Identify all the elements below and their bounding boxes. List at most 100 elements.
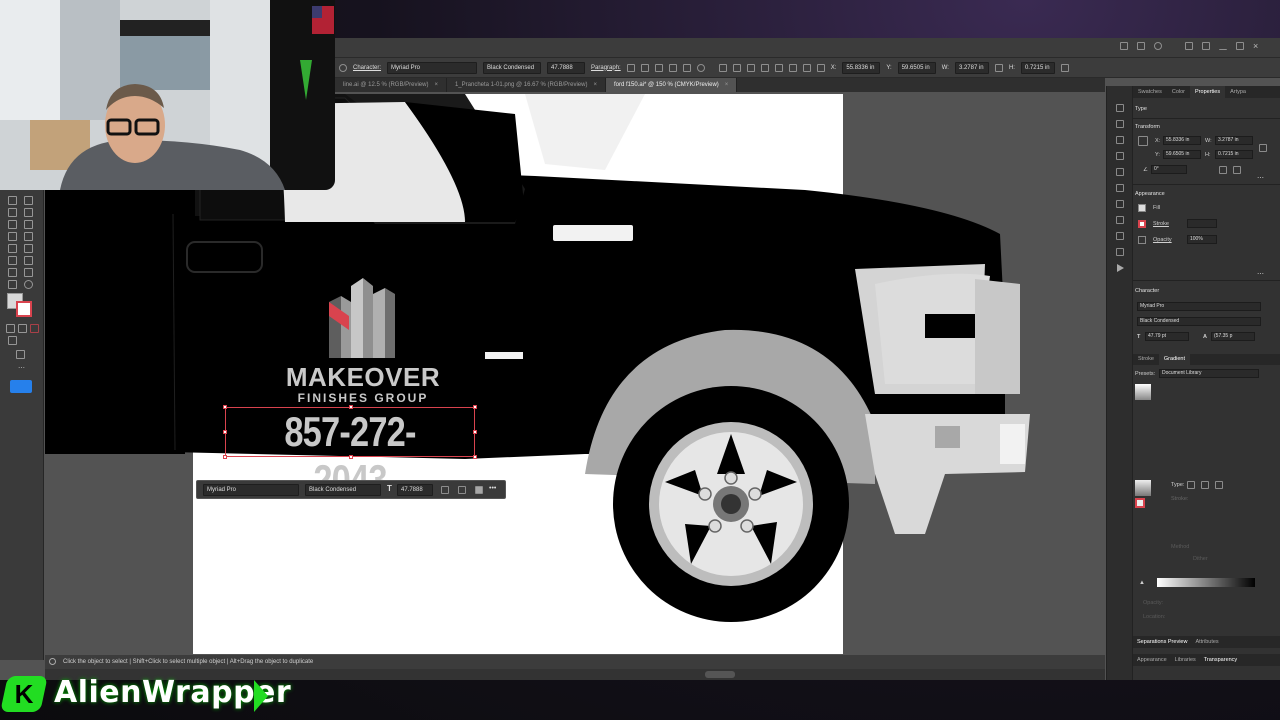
gradient-stop-icon[interactable]: ▲	[1139, 580, 1145, 586]
more-options-icon[interactable]: •••	[489, 485, 496, 492]
rotate-field[interactable]: 0°	[1151, 165, 1187, 174]
none-color-icon[interactable]	[30, 324, 39, 333]
search-icon[interactable]	[1154, 42, 1162, 50]
close-icon[interactable]: ×	[725, 82, 729, 88]
tab-transparency[interactable]: Transparency	[1200, 654, 1241, 666]
tab-prancheta[interactable]: 1_Prancheta 1-01.png @ 16.67 % (RGB/Prev…	[447, 78, 606, 92]
more-options-icon[interactable]: ⋯	[1257, 270, 1264, 278]
fill-color-icon[interactable]	[475, 486, 483, 494]
brush-tool-icon[interactable]	[8, 232, 17, 241]
align-icon[interactable]	[441, 486, 449, 494]
align-center-icon[interactable]	[640, 63, 649, 72]
swap-colors-icon[interactable]	[18, 324, 27, 333]
workspace-icon[interactable]	[1185, 42, 1193, 50]
logo-wordmark[interactable]: MAKEOVER	[281, 362, 445, 393]
magic-wand-tool-icon[interactable]	[8, 208, 17, 217]
selection-handle[interactable]	[473, 430, 477, 434]
flip-horizontal-icon[interactable]	[1219, 166, 1227, 174]
direct-selection-tool-icon[interactable]	[24, 196, 33, 205]
properties-icon[interactable]	[1116, 136, 1124, 144]
stroke-swatch[interactable]	[1138, 220, 1146, 228]
links-icon[interactable]	[1116, 184, 1124, 192]
selection-handle[interactable]	[349, 455, 353, 459]
font-family-select[interactable]: Myriad Pro	[203, 484, 299, 496]
artboards-icon[interactable]	[1116, 152, 1124, 160]
y-field[interactable]: 59.6505 in	[1163, 150, 1201, 159]
stroke-swatch[interactable]	[16, 301, 32, 317]
transform-grid-icon[interactable]	[816, 63, 825, 72]
flip-vertical-icon[interactable]	[1233, 166, 1241, 174]
brushes-icon[interactable]	[1116, 232, 1124, 240]
align-right-icon[interactable]	[654, 63, 663, 72]
default-colors-icon[interactable]	[6, 324, 15, 333]
align-h-left-icon[interactable]	[732, 63, 741, 72]
recolor-icon[interactable]	[696, 63, 705, 72]
font-style-select[interactable]: Black Condensed	[1137, 317, 1261, 326]
selection-handle[interactable]	[223, 405, 227, 409]
selection-handle[interactable]	[223, 455, 227, 459]
constrain-proportions-icon[interactable]	[1259, 144, 1267, 152]
graph-tool-icon[interactable]	[8, 256, 17, 265]
radial-gradient-icon[interactable]	[1201, 481, 1209, 489]
fill-stroke-mini[interactable]	[1135, 498, 1145, 508]
linear-gradient-icon[interactable]	[1187, 481, 1195, 489]
close-icon[interactable]: ×	[593, 82, 597, 88]
logo-subtitle[interactable]: FINISHES GROUP	[281, 391, 445, 405]
leading-field[interactable]: (57.35 p	[1211, 332, 1255, 341]
freeform-gradient-icon[interactable]	[1215, 481, 1223, 489]
panel-menu-icon[interactable]	[1060, 63, 1069, 72]
selection-handle[interactable]	[473, 405, 477, 409]
type-options-icon[interactable]	[458, 486, 466, 494]
paragraph-label[interactable]: Paragraph:	[591, 65, 621, 71]
link-icon[interactable]	[994, 63, 1003, 72]
gradient-slider[interactable]	[1157, 578, 1255, 587]
stroke-weight-field[interactable]	[1187, 219, 1217, 228]
character-icon[interactable]	[1116, 200, 1124, 208]
font-family-select[interactable]: Myriad Pro	[387, 61, 478, 74]
scale-tool-icon[interactable]	[24, 244, 33, 253]
eyedropper-tool-icon[interactable]	[8, 268, 17, 277]
more-tools-icon[interactable]: ⋯	[18, 364, 25, 372]
gradient-swatch[interactable]	[1135, 480, 1151, 496]
y-field[interactable]: 59.6505 in	[897, 61, 936, 74]
pencil-tool-icon[interactable]	[24, 232, 33, 241]
selection-handle[interactable]	[473, 455, 477, 459]
artboard-tool-icon[interactable]	[24, 208, 33, 217]
align-v-top-icon[interactable]	[774, 63, 783, 72]
tab-swatches[interactable]: Swatches	[1133, 86, 1167, 98]
layers-icon[interactable]	[1116, 104, 1124, 112]
edit-toolbar-button[interactable]	[10, 380, 32, 393]
tab-ford-f150[interactable]: ford f150.ai* @ 150 % (CMYK/Preview) ×	[605, 78, 738, 92]
numbering-icon[interactable]	[682, 63, 691, 72]
symbols-icon[interactable]	[1116, 248, 1124, 256]
bullets-icon[interactable]	[668, 63, 677, 72]
logo-graphic[interactable]	[329, 272, 399, 358]
libraries-icon[interactable]	[1116, 120, 1124, 128]
character-label[interactable]: Character:	[353, 65, 381, 71]
presets-select[interactable]: Document Library	[1159, 369, 1259, 378]
draw-mode-icon[interactable]	[8, 336, 17, 345]
tab-appearance[interactable]: Appearance	[1133, 654, 1171, 666]
zoom-tool-icon[interactable]	[24, 280, 33, 289]
shape-builder-tool-icon[interactable]	[24, 256, 33, 265]
reference-point-icon[interactable]	[1138, 136, 1148, 146]
align-v-center-icon[interactable]	[788, 63, 797, 72]
gradient-thumbnail[interactable]	[1135, 384, 1151, 400]
w-field[interactable]: 3.2787 in	[1215, 136, 1253, 145]
tab-line[interactable]: line.ai @ 12.5 % (RGB/Preview) ×	[335, 78, 447, 92]
tab-attributes[interactable]: Attributes	[1191, 636, 1222, 648]
tab-artypa[interactable]: Artypa	[1225, 86, 1251, 98]
tab-gradient[interactable]: Gradient	[1158, 354, 1191, 365]
close-window-icon[interactable]: ×	[1253, 42, 1258, 51]
tab-separations-preview[interactable]: Separations Preview	[1133, 636, 1191, 648]
notifications-icon[interactable]	[1137, 42, 1145, 50]
tab-color[interactable]: Color	[1167, 86, 1190, 98]
actions-icon[interactable]	[1117, 264, 1124, 272]
w-field[interactable]: 3.2787 in	[954, 61, 989, 74]
asset-export-icon[interactable]	[1116, 168, 1124, 176]
tab-stroke[interactable]: Stroke	[1133, 354, 1159, 365]
type-options-icon[interactable]	[339, 63, 347, 72]
x-field[interactable]: 55.8336 in	[842, 61, 881, 74]
arrange-icon[interactable]	[1202, 42, 1210, 50]
align-h-center-icon[interactable]	[746, 63, 755, 72]
